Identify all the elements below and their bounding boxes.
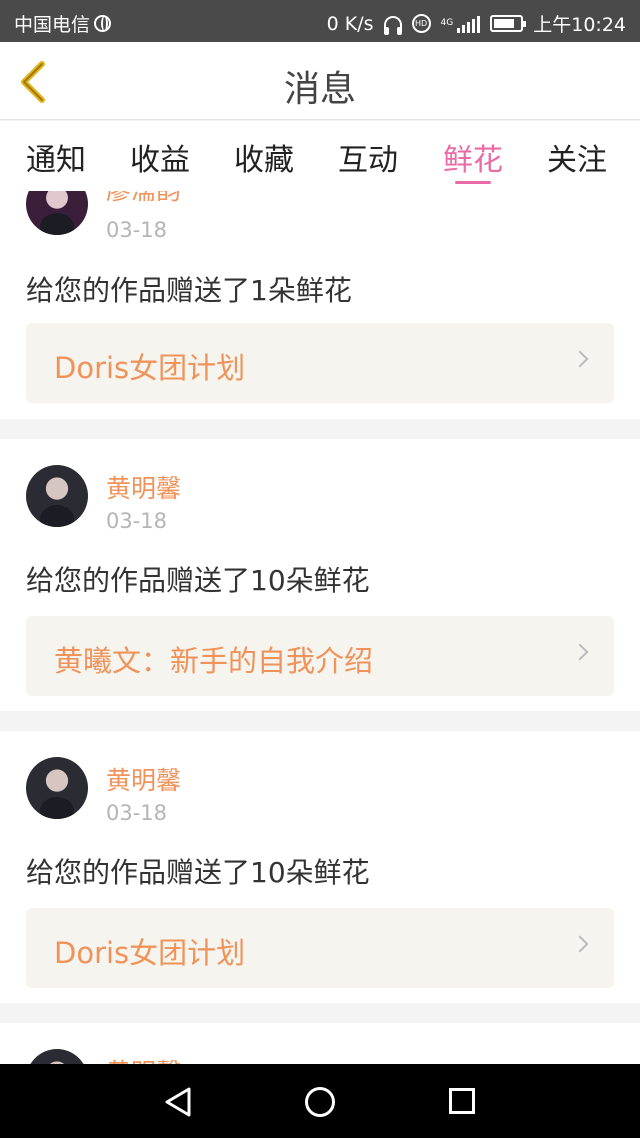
tab-label: 收藏 <box>234 143 294 178</box>
work-link[interactable]: Doris女团计划 <box>26 323 614 403</box>
tab-label: 通知 <box>26 143 86 178</box>
flower-feed[interactable]: 廖濡韵 03-18 给您的作品赠送了1朵鲜花 Doris女团计划 黄明馨 03-… <box>0 191 640 1064</box>
message: 给您的作品赠送了10朵鲜花 <box>26 564 370 597</box>
username[interactable]: 黄明馨 <box>106 761 181 797</box>
work-link[interactable]: Doris女团计划 <box>26 908 614 988</box>
tab-earnings[interactable]: 收益 <box>130 135 190 179</box>
work-title: Doris女团计划 <box>54 936 246 970</box>
headset-icon <box>383 15 402 35</box>
battery-icon <box>490 15 527 32</box>
avatar[interactable] <box>26 465 88 527</box>
message: 给您的作品赠送了10朵鲜花 <box>26 856 370 889</box>
tab-label: 互动 <box>338 143 398 178</box>
nav-recents-icon[interactable] <box>449 1088 475 1114</box>
tab-interaction[interactable]: 互动 <box>338 135 398 179</box>
message: 给您的作品赠送了1朵鲜花 <box>26 274 352 307</box>
username[interactable]: 黄明馨 <box>106 1053 181 1064</box>
avatar[interactable] <box>26 191 88 235</box>
avatar[interactable] <box>26 757 88 819</box>
net-speed: 0 K/s <box>326 12 374 35</box>
system-nav-bar <box>0 1064 640 1138</box>
active-tab-indicator <box>455 181 491 184</box>
work-title: Doris女团计划 <box>54 351 246 385</box>
list-item: 黄明馨 03-18 给您的作品赠送了10朵鲜花 黄曦文：新手的自我介绍 <box>0 439 640 711</box>
app-header: 消息 <box>0 42 640 120</box>
username[interactable]: 廖濡韵 <box>106 191 181 207</box>
signal-icon <box>457 15 481 33</box>
page-title: 消息 <box>283 69 356 110</box>
nav-back-icon[interactable] <box>163 1086 193 1118</box>
tab-notice[interactable]: 通知 <box>26 135 86 179</box>
chevron-right-icon <box>571 935 589 953</box>
tab-favorites[interactable]: 收藏 <box>234 135 294 179</box>
carrier-name: 中国电信 <box>14 14 91 36</box>
work-link[interactable]: 黄曦文：新手的自我介绍 <box>26 616 614 696</box>
list-item: 廖濡韵 03-18 给您的作品赠送了1朵鲜花 Doris女团计划 <box>0 191 640 419</box>
tab-label: 鲜花 <box>443 143 503 178</box>
date: 03-18 <box>106 218 168 242</box>
list-item: 黄明馨 <box>0 1023 640 1064</box>
globe-icon <box>94 15 112 32</box>
tab-label: 关注 <box>547 143 607 178</box>
chevron-right-icon <box>571 350 589 368</box>
username[interactable]: 黄明馨 <box>106 469 181 505</box>
date: 03-18 <box>106 801 168 825</box>
clock: 上午10:24 <box>533 14 626 36</box>
avatar[interactable] <box>26 1049 88 1064</box>
date: 03-18 <box>106 509 168 533</box>
status-bar: 中国电信 0 K/s HD 4G 上午10:24 <box>0 0 640 42</box>
status-right: 0 K/s HD 4G 上午10:24 <box>327 10 626 37</box>
nav-home-icon[interactable] <box>305 1087 335 1117</box>
work-title: 黄曦文：新手的自我介绍 <box>54 644 374 678</box>
tab-bar: 通知 收益 收藏 互动 鲜花 关注 <box>0 121 640 191</box>
network-type: 4G <box>440 18 454 28</box>
tab-flowers[interactable]: 鲜花 <box>443 135 503 184</box>
carrier-group: 中国电信 <box>14 10 112 37</box>
list-item: 黄明馨 03-18 给您的作品赠送了10朵鲜花 Doris女团计划 <box>0 731 640 1003</box>
hd-call-icon: HD <box>411 14 431 33</box>
tab-following[interactable]: 关注 <box>547 135 607 179</box>
chevron-right-icon <box>571 643 589 661</box>
tab-label: 收益 <box>130 143 190 178</box>
